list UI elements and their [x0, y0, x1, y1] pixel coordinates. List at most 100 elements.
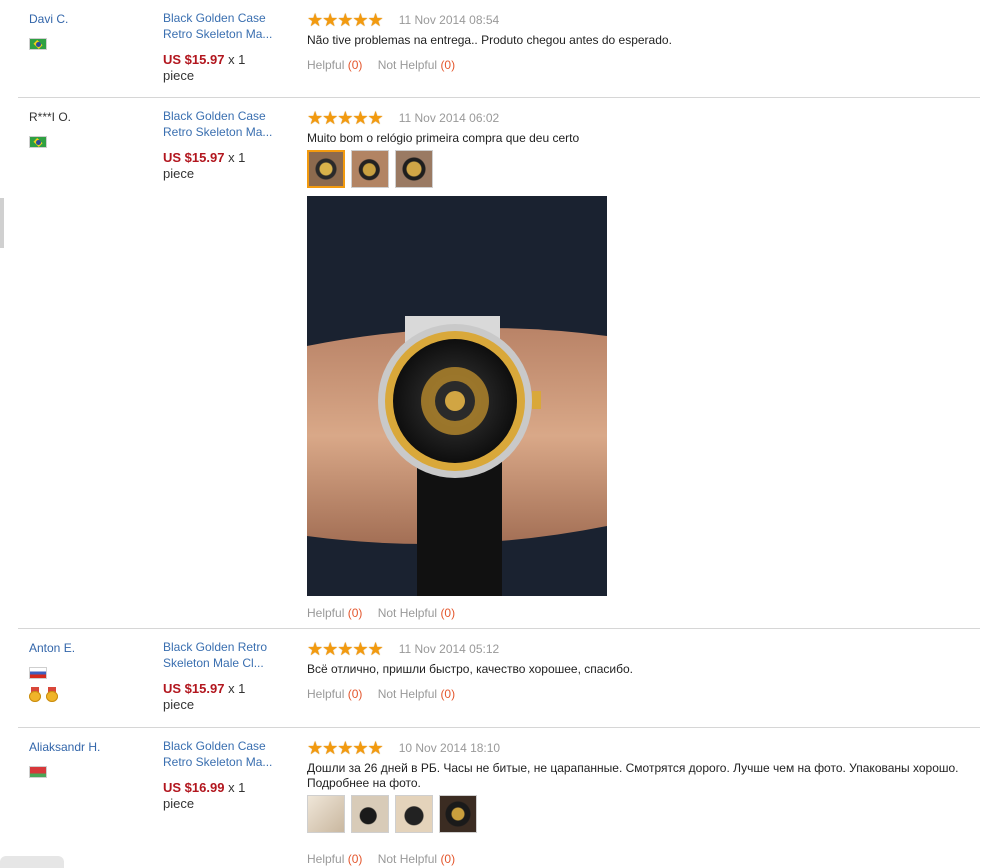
not-helpful-link[interactable]: Not Helpful (0): [378, 58, 455, 72]
feedback-content: ★★★★★ 11 Nov 2014 05:12 Всё отлично, при…: [307, 639, 977, 701]
price: US $15.97: [163, 150, 225, 165]
product-name-link[interactable]: Black Golden Case Retro Skeleton Ma...: [163, 108, 293, 140]
feedback-text: Всё отлично, пришли быстро, качество хор…: [307, 662, 634, 676]
price-line: US $15.97 x 1 piece: [163, 150, 293, 182]
helpful-row: Helpful (0) Not Helpful (0): [307, 687, 977, 701]
buyer-info: Anton E.: [29, 641, 149, 703]
helpful-link[interactable]: Helpful (0): [307, 852, 362, 866]
bottom-scroll-tab: [0, 856, 64, 868]
unit: piece: [163, 68, 195, 83]
feedback-content: ★★★★★ 10 Nov 2014 18:10 Дошли за 26 дней…: [307, 738, 977, 866]
product-name-line: Black Golden Retro: [163, 640, 268, 654]
price-line: US $16.99 x 1 piece: [163, 780, 293, 812]
not-helpful-count: (0): [440, 58, 456, 72]
five-star-rating-icon: ★★★★★: [307, 738, 384, 758]
not-helpful-link[interactable]: Not Helpful (0): [378, 852, 455, 866]
buyer-name: R***I O.: [29, 110, 72, 124]
watch-photo-thumbnail[interactable]: [395, 150, 433, 188]
buyer-info: R***I O.: [29, 110, 149, 148]
review-date: 11 Nov 2014 05:12: [398, 642, 500, 656]
brazil-flag-icon: [29, 38, 47, 50]
price: US $15.97: [163, 52, 225, 67]
review-item: Aliaksandr H. Black Golden Case Retro Sk…: [18, 728, 980, 868]
five-star-rating-icon: ★★★★★: [307, 639, 384, 659]
quantity: x 1: [228, 52, 246, 67]
buyer-name-link[interactable]: Anton E.: [29, 641, 75, 655]
buyer-name-link[interactable]: Davi C.: [29, 12, 68, 26]
product-name-line: Black Golden Case: [163, 109, 266, 123]
product-name-line: Retro Skeleton Ma...: [163, 755, 273, 769]
photo-thumbnails: [307, 150, 977, 190]
helpful-count: (0): [347, 852, 363, 866]
helpful-row: Helpful (0) Not Helpful (0): [307, 852, 977, 866]
helpful-link[interactable]: Helpful (0): [307, 687, 362, 701]
belarus-flag-icon: [29, 766, 47, 778]
watch-photo-thumbnail[interactable]: [351, 150, 389, 188]
five-star-rating-icon: ★★★★★: [307, 108, 384, 128]
product-info: Black Golden Retro Skeleton Male Cl... U…: [163, 639, 293, 713]
review-item: R***I O. Black Golden Case Retro Skeleto…: [18, 98, 980, 629]
unit: piece: [163, 166, 195, 181]
price: US $15.97: [163, 681, 225, 696]
feedback-text: Muito bom o relógio primeira compra que …: [307, 131, 580, 145]
watch-photo-large[interactable]: [307, 196, 607, 596]
helpful-link[interactable]: Helpful (0): [307, 58, 362, 72]
review-date: 11 Nov 2014 06:02: [398, 111, 500, 125]
review-item: Davi C. Black Golden Case Retro Skeleton…: [18, 0, 980, 98]
product-name-line: Black Golden Case: [163, 11, 266, 25]
review-item: Anton E. Black Golden Retro Skeleton Mal…: [18, 629, 980, 728]
package-photo-thumbnail[interactable]: [395, 795, 433, 833]
product-name-line: Retro Skeleton Ma...: [163, 125, 273, 139]
not-helpful-count: (0): [440, 687, 456, 701]
product-name-link[interactable]: Black Golden Retro Skeleton Male Cl...: [163, 639, 293, 671]
review-date: 11 Nov 2014 08:54: [398, 13, 500, 27]
package-photo-thumbnail[interactable]: [351, 795, 389, 833]
watch-on-wrist-image: [307, 196, 607, 596]
feedback-text: Дошли за 26 дней в РБ. Часы не битые, не…: [307, 761, 959, 790]
price-line: US $15.97 x 1 piece: [163, 681, 293, 713]
helpful-row: Helpful (0) Not Helpful (0): [307, 58, 977, 72]
watch-photo-thumbnail[interactable]: [307, 150, 345, 188]
not-helpful-label: Not Helpful: [377, 606, 438, 620]
quantity: x 1: [228, 780, 246, 795]
helpful-row: Helpful (0) Not Helpful (0): [307, 606, 977, 620]
product-info: Black Golden Case Retro Skeleton Ma... U…: [163, 738, 293, 812]
product-name-line: Black Golden Case: [163, 739, 266, 753]
helpful-count: (0): [347, 58, 363, 72]
feedback-list: Davi C. Black Golden Case Retro Skeleton…: [18, 0, 980, 868]
product-name-link[interactable]: Black Golden Case Retro Skeleton Ma...: [163, 738, 293, 770]
not-helpful-label: Not Helpful: [377, 687, 438, 701]
left-scroll-marker: [0, 198, 4, 248]
not-helpful-link[interactable]: Not Helpful (0): [378, 606, 455, 620]
price: US $16.99: [163, 780, 225, 795]
rating-row: ★★★★★ 11 Nov 2014 06:02: [307, 108, 977, 128]
product-info: Black Golden Case Retro Skeleton Ma... U…: [163, 10, 293, 84]
buyer-name-link[interactable]: Aliaksandr H.: [29, 740, 100, 754]
not-helpful-link[interactable]: Not Helpful (0): [378, 687, 455, 701]
helpful-link[interactable]: Helpful (0): [307, 606, 362, 620]
helpful-label: Helpful: [307, 58, 345, 72]
buyer-info: Davi C.: [29, 12, 149, 50]
medal-icon: [46, 687, 59, 702]
rating-row: ★★★★★ 11 Nov 2014 05:12: [307, 639, 977, 659]
rating-row: ★★★★★ 11 Nov 2014 08:54: [307, 10, 977, 30]
medal-icon: [29, 687, 41, 702]
five-star-rating-icon: ★★★★★: [307, 10, 384, 30]
brazil-flag-icon: [29, 136, 47, 148]
unit: piece: [163, 796, 195, 811]
quantity: x 1: [228, 681, 246, 696]
not-helpful-label: Not Helpful: [377, 852, 438, 866]
not-helpful-label: Not Helpful: [377, 58, 438, 72]
product-name-link[interactable]: Black Golden Case Retro Skeleton Ma...: [163, 10, 293, 42]
package-photo-thumbnail[interactable]: [307, 795, 345, 833]
feedback-content: ★★★★★ 11 Nov 2014 06:02 Muito bom o reló…: [307, 108, 977, 620]
buyer-info: Aliaksandr H.: [29, 740, 149, 778]
russia-flag-icon: [29, 667, 47, 679]
helpful-label: Helpful: [307, 687, 345, 701]
unit: piece: [163, 697, 195, 712]
product-info: Black Golden Case Retro Skeleton Ma... U…: [163, 108, 293, 182]
quantity: x 1: [228, 150, 246, 165]
not-helpful-count: (0): [440, 852, 456, 866]
watch-photo-thumbnail[interactable]: [439, 795, 477, 833]
helpful-count: (0): [347, 687, 363, 701]
